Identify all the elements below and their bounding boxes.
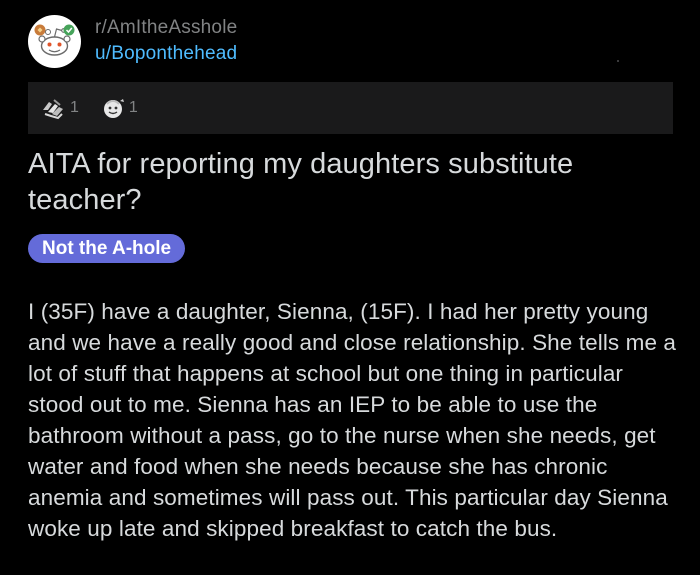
award-helpful-count: 1 — [70, 99, 79, 116]
helpful-hands-icon — [43, 99, 63, 120]
wholesome-award-icon — [103, 99, 124, 118]
award-wholesome-count: 1 — [128, 99, 138, 116]
subreddit-avatar[interactable] — [28, 14, 81, 68]
post-header: r/AmItheAsshole u/Boponthehead — [28, 14, 237, 68]
award-helpful[interactable]: 1 — [40, 96, 79, 120]
author-username[interactable]: u/Boponthehead — [95, 41, 237, 67]
post-flair[interactable]: Not the A-hole — [28, 234, 186, 263]
subreddit-name[interactable]: r/AmItheAsshole — [95, 15, 237, 41]
reddit-snoo-icon — [34, 24, 75, 56]
post-header-text: r/AmItheAsshole u/Boponthehead — [95, 15, 237, 67]
post-title[interactable]: AITA for reporting my daughters substitu… — [28, 146, 678, 218]
award-wholesome[interactable]: 1 — [101, 96, 138, 120]
awards-bar: 1 1 — [28, 82, 673, 134]
post-body: I (35F) have a daughter, Sienna, (15F). … — [28, 299, 677, 541]
divider-dot — [617, 60, 619, 62]
